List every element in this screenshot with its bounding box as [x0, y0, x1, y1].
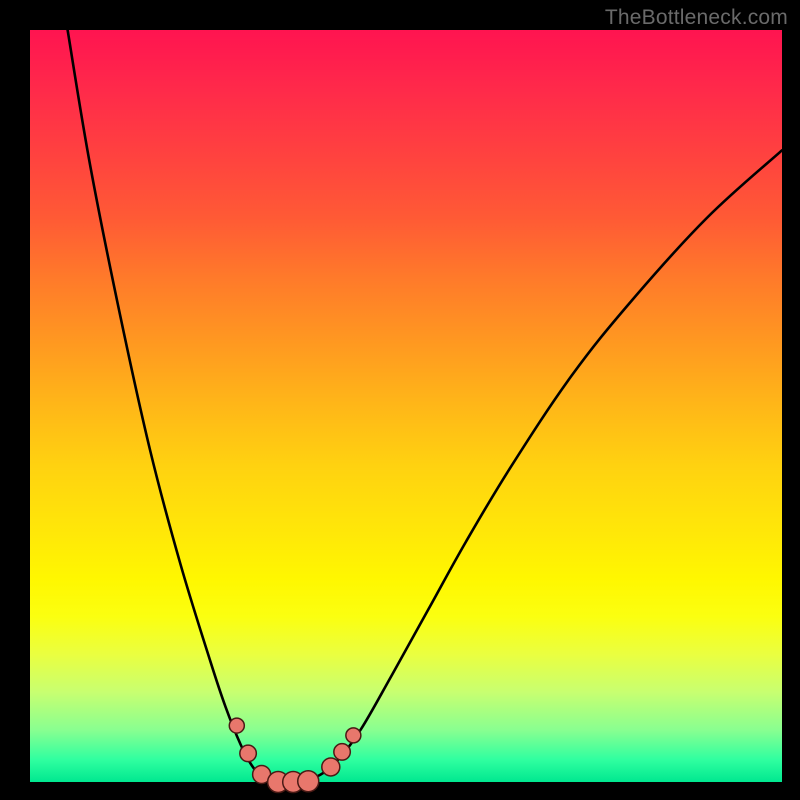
chart-frame: TheBottleneck.com	[0, 0, 800, 800]
data-point	[322, 758, 340, 776]
data-point	[298, 771, 319, 792]
data-point	[346, 728, 361, 743]
data-point	[334, 744, 351, 761]
bottleneck-curve	[68, 30, 782, 782]
data-point	[229, 718, 244, 733]
watermark-text: TheBottleneck.com	[605, 6, 788, 30]
curve-layer	[30, 30, 782, 782]
data-markers	[229, 718, 361, 792]
plot-area	[30, 30, 782, 782]
data-point	[240, 745, 257, 762]
